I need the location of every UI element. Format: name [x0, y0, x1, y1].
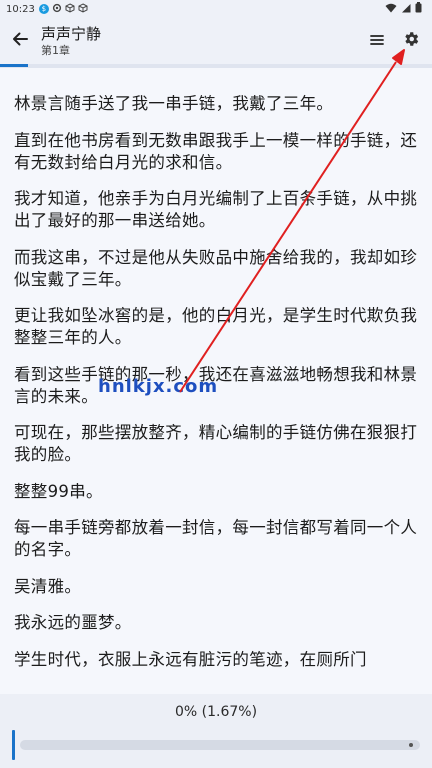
status-right-group [385, 2, 422, 16]
slider-thumb[interactable] [12, 730, 15, 760]
slider-track[interactable] [20, 740, 420, 750]
battery-icon [415, 2, 422, 16]
progress-label: 0% (1.67%) [174, 704, 258, 720]
chapter-title: 第1章 [41, 44, 70, 57]
back-button[interactable] [0, 18, 40, 64]
app-bar-actions [360, 18, 432, 64]
settings-notification-icon [52, 3, 62, 16]
wifi-icon [385, 3, 397, 16]
paragraph: 直到在他书房看到无数串跟我手上一模一样的手链，还有无数封给白月光的求和信。 [14, 130, 418, 172]
progress-slider[interactable] [12, 730, 420, 760]
paragraph: 我永远的噩梦。 [14, 613, 132, 632]
book-title: 声声宁静 [41, 25, 102, 43]
arrow-left-icon [11, 30, 29, 52]
box-notification-icon [65, 2, 75, 16]
settings-button[interactable] [394, 18, 428, 64]
status-bar: 10:23 $ [0, 0, 432, 18]
paragraph: 学生时代，衣服上永远有脏污的笔迹，在厕所门 [14, 649, 367, 669]
paragraph: 整整99串。 [14, 481, 103, 501]
status-time: 10:23 [6, 3, 35, 15]
toc-menu-button[interactable] [360, 18, 394, 64]
title-group: 声声宁静 第1章 [41, 24, 101, 58]
paragraph: 可现在，那些摆放整齐，精心编制的手链仿佛在狠狠打我的脸。 [14, 423, 418, 464]
paragraph: 更让我如坠冰窖的是，他的白月光，是学生时代欺负我整整三年的人。 [14, 306, 418, 347]
paragraph: 林景言随手送了我一串手链，我戴了三年。 [14, 94, 334, 113]
paragraph: 而我这串，不过是他从失败品中施舍给我的，我却如珍似宝戴了三年。 [14, 247, 418, 289]
hamburger-menu-icon [369, 32, 385, 51]
signal-icon [401, 3, 411, 16]
paragraph: 每一串手链旁都放着一封信，每一封信都写着同一个人的名字。 [14, 518, 418, 559]
slider-end-dot [409, 743, 413, 747]
gear-icon [402, 30, 420, 52]
site-watermark: hnlkjx.com [98, 376, 219, 397]
paragraph: 吴清雅。 [14, 576, 82, 596]
cube-notification-icon [78, 2, 88, 16]
toolbar-divider [0, 64, 432, 68]
paragraph: 我才知道，他亲手为白月光编制了上百条手链，从中挑出了最好的那一串送给她。 [14, 189, 418, 230]
notification-dot-icon: $ [38, 4, 49, 14]
chapter-indicator [0, 64, 28, 67]
app-bar: 声声宁静 第1章 [0, 18, 432, 64]
